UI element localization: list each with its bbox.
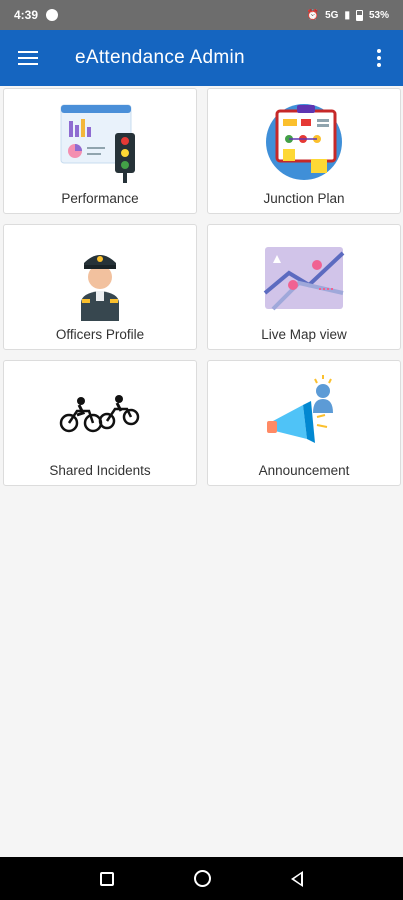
performance-icon	[55, 97, 145, 187]
tile-performance[interactable]: Performance	[3, 88, 197, 214]
tile-label: Junction Plan	[263, 191, 345, 206]
signal-icon: ▮	[344, 9, 350, 21]
motorcycle-incident-icon	[55, 369, 145, 459]
call-status-icon	[46, 9, 59, 21]
alarm-icon: ⏰	[306, 9, 320, 21]
dashboard-grid: Performance Junction Plan Officers Profi…	[3, 88, 401, 486]
battery-percent: 53%	[368, 9, 389, 21]
tile-officers-profile[interactable]: Officers Profile	[3, 224, 197, 350]
tile-label: Announcement	[258, 463, 350, 478]
home-icon[interactable]	[194, 870, 211, 887]
status-time: 4:39	[14, 8, 39, 22]
megaphone-icon	[259, 369, 349, 459]
tile-label: Shared Incidents	[49, 463, 151, 478]
network-label: 5G	[325, 9, 339, 21]
officer-icon	[55, 233, 145, 323]
system-nav-bar	[0, 857, 403, 900]
junction-plan-icon	[259, 97, 349, 187]
tile-live-map-view[interactable]: Live Map view	[207, 224, 401, 350]
hamburger-menu-icon[interactable]	[0, 30, 56, 86]
recent-apps-icon[interactable]	[100, 871, 114, 886]
app-title: eAttendance Admin	[75, 47, 245, 68]
tile-shared-incidents[interactable]: Shared Incidents	[3, 360, 197, 486]
tile-junction-plan[interactable]: Junction Plan	[207, 88, 401, 214]
tile-announcement[interactable]: Announcement	[207, 360, 401, 486]
back-icon[interactable]	[291, 870, 303, 887]
status-bar: 4:39 ⏰ 5G ▮ 53%	[0, 0, 403, 30]
overflow-menu-icon[interactable]	[355, 30, 403, 86]
tile-label: Performance	[61, 191, 139, 206]
tile-label: Live Map view	[261, 327, 347, 342]
tile-label: Officers Profile	[55, 327, 145, 342]
battery-icon	[355, 9, 363, 21]
map-icon	[259, 233, 349, 323]
app-bar: eAttendance Admin	[0, 30, 403, 86]
